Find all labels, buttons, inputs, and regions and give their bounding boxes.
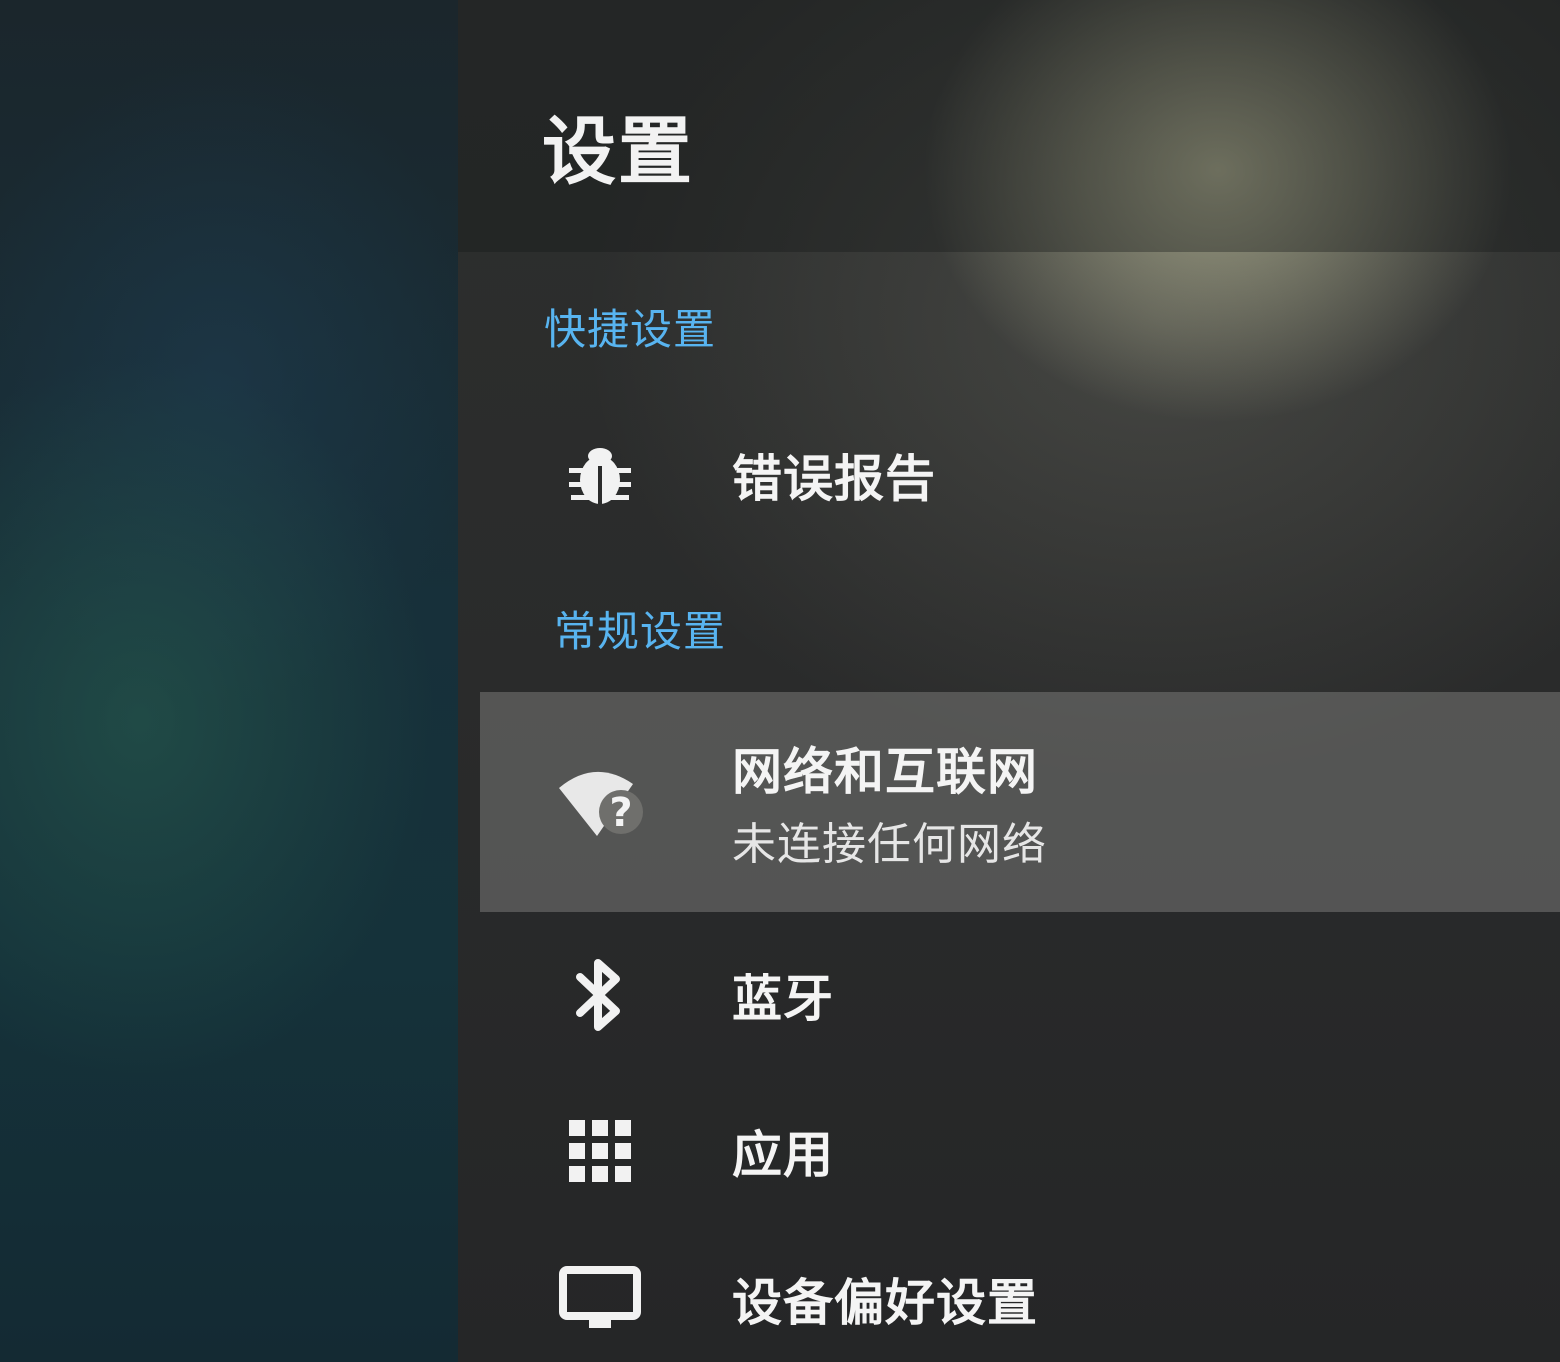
bluetooth-label: 蓝牙 (732, 970, 834, 1028)
bluetooth-icon (540, 955, 660, 1035)
bug-report-label: 错误报告 (732, 450, 936, 508)
screen: 设置 快捷设置 错误报告 常规设置 ? 网络和互联网 未连接任何网络 蓝牙 应用… (0, 0, 1560, 1362)
svg-text:?: ? (609, 790, 632, 836)
network-status: 未连接任何网络 (732, 819, 1047, 870)
settings-item-bug-report[interactable]: 错误报告 (480, 410, 1560, 540)
wallpaper-background (0, 0, 480, 1362)
settings-header: 设置 (458, 0, 1560, 252)
settings-item-network[interactable]: ? 网络和互联网 未连接任何网络 (480, 692, 1560, 912)
settings-item-bluetooth[interactable]: 蓝牙 (480, 930, 1560, 1060)
display-icon (540, 1266, 660, 1332)
apps-grid-icon (540, 1120, 660, 1182)
apps-label: 应用 (732, 1126, 834, 1184)
device-preferences-label: 设备偏好设置 (732, 1274, 1038, 1332)
wifi-unknown-icon: ? (540, 762, 660, 842)
section-label-general-settings: 常规设置 (554, 607, 727, 656)
settings-panel: 设置 快捷设置 错误报告 常规设置 ? 网络和互联网 未连接任何网络 蓝牙 应用… (458, 0, 1560, 1362)
network-label: 网络和互联网 (732, 743, 1038, 801)
settings-item-apps[interactable]: 应用 (480, 1086, 1560, 1216)
settings-item-device-preferences[interactable]: 设备偏好设置 (480, 1236, 1560, 1362)
bug-icon (540, 440, 660, 510)
section-label-quick-settings: 快捷设置 (544, 305, 717, 354)
page-title: 设置 (542, 109, 694, 195)
